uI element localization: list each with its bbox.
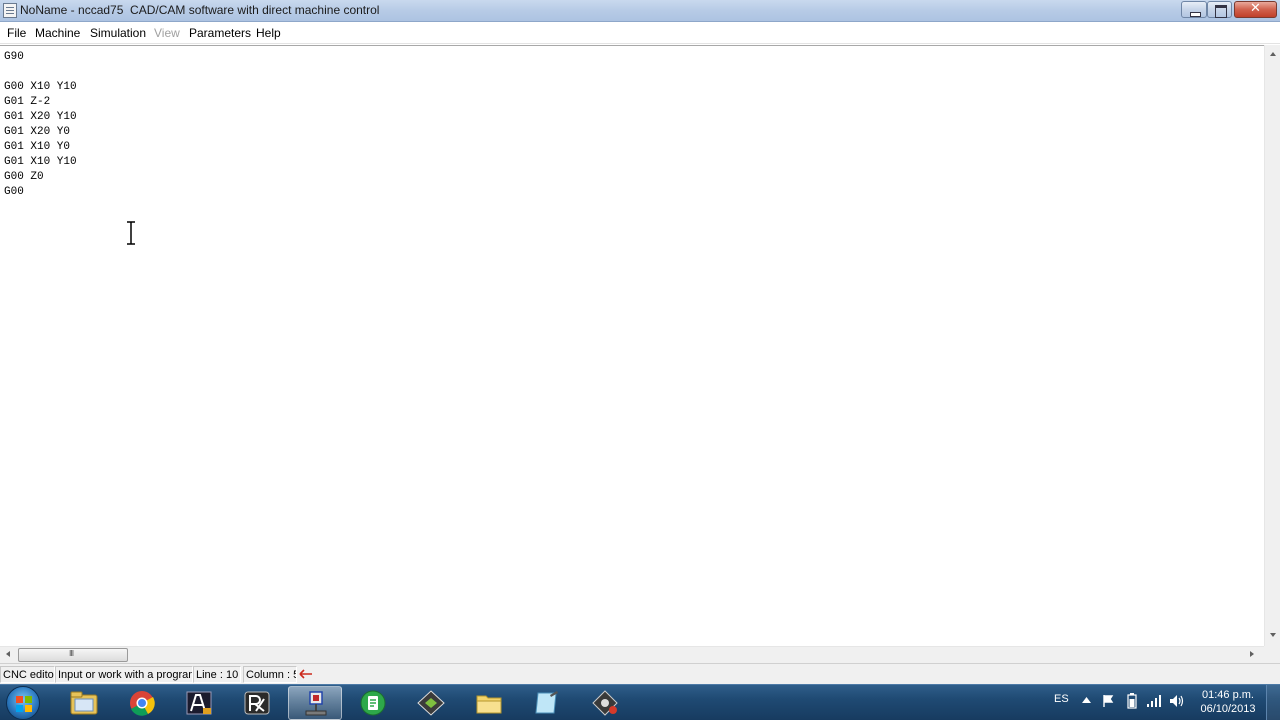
maximize-button[interactable]	[1207, 1, 1232, 18]
taskbar-app-settings[interactable]	[578, 686, 632, 720]
code-line[interactable]: G01 X20 Y0	[4, 125, 77, 140]
taskbar-app-folder[interactable]	[462, 686, 516, 720]
green-app-icon	[360, 690, 386, 716]
menu-machine[interactable]: Machine	[35, 26, 80, 40]
horizontal-scrollbar[interactable]: III	[0, 646, 1264, 663]
language-indicator[interactable]: ES	[1054, 693, 1069, 705]
taskbar-app-nccad[interactable]	[288, 686, 342, 720]
close-icon: ✕	[1250, 1, 1261, 16]
app-icon[interactable]	[3, 3, 17, 18]
close-button[interactable]: ✕	[1234, 1, 1277, 18]
scroll-right-icon[interactable]	[1250, 651, 1254, 657]
scroll-up-icon[interactable]	[1270, 52, 1276, 56]
window-title: NoName - nccad75 CAD/CAM software with d…	[20, 3, 380, 17]
menu-help[interactable]: Help	[256, 26, 281, 40]
app-window: NoName - nccad75 CAD/CAM software with d…	[0, 0, 1280, 684]
status-column: Column : 5	[243, 666, 297, 683]
code-line[interactable]: G01 X10 Y0	[4, 140, 77, 155]
taskbar-app-rx[interactable]	[230, 686, 284, 720]
settings-app-icon	[592, 690, 618, 716]
code-line[interactable]: G90	[4, 50, 77, 65]
scrollbar-corner	[1264, 646, 1280, 663]
left-arrow-icon	[299, 669, 312, 679]
notes-icon	[535, 691, 558, 714]
menu-simulation[interactable]: Simulation	[90, 26, 146, 40]
taskbar-app-green[interactable]	[346, 686, 400, 720]
network-signal-icon[interactable]	[1146, 694, 1162, 708]
menu-file[interactable]: File	[7, 26, 26, 40]
file-explorer-icon	[70, 691, 98, 715]
scroll-down-icon[interactable]	[1270, 633, 1276, 637]
start-button[interactable]	[6, 686, 40, 720]
title-bar[interactable]: NoName - nccad75 CAD/CAM software with d…	[0, 0, 1280, 22]
chrome-icon	[130, 691, 155, 716]
scroll-left-icon[interactable]	[6, 651, 10, 657]
code-line[interactable]: G00	[4, 185, 77, 200]
taskbar-app-explorer[interactable]	[57, 686, 111, 720]
taskbar-app-notes[interactable]	[520, 686, 574, 720]
nccad-icon	[305, 691, 327, 716]
status-hint: Input or work with a program	[55, 666, 193, 683]
clock-time: 01:46 p.m.	[1202, 689, 1254, 701]
vertical-scrollbar[interactable]	[1264, 45, 1280, 646]
taskbar-app-cnc[interactable]	[404, 686, 458, 720]
text-cursor-icon	[127, 221, 135, 245]
windows-logo-icon	[16, 696, 32, 712]
code-line[interactable]	[4, 65, 77, 80]
menu-bar: File Machine Simulation View Parameters …	[0, 22, 1280, 44]
battery-icon[interactable]	[1127, 693, 1137, 709]
show-hidden-icons-icon[interactable]	[1082, 697, 1091, 703]
status-line: Line : 10	[193, 666, 241, 683]
code-line[interactable]: G01 Z-2	[4, 95, 77, 110]
code-line[interactable]: G01 X20 Y10	[4, 110, 77, 125]
code-line[interactable]: G00 X10 Y10	[4, 80, 77, 95]
cnc-code-editor[interactable]: G90 G00 X10 Y10 G01 Z-2 G01 X20 Y10 G01 …	[0, 45, 1264, 646]
code-line[interactable]: G00 Z0	[4, 170, 77, 185]
grip-icon: III	[69, 649, 74, 658]
cnc-tool-icon	[417, 690, 445, 716]
code-lines: G90 G00 X10 Y10 G01 Z-2 G01 X20 Y10 G01 …	[4, 50, 77, 200]
system-clock[interactable]: 01:46 p.m. 06/10/2013	[1196, 688, 1260, 716]
show-desktop-button[interactable]	[1266, 685, 1280, 720]
taskbar-app-chrome[interactable]	[115, 686, 169, 720]
folder-icon	[476, 695, 502, 714]
volume-icon[interactable]	[1169, 694, 1185, 708]
menu-parameters[interactable]: Parameters	[189, 26, 251, 40]
clock-date: 06/10/2013	[1200, 703, 1256, 715]
taskbar-app-premiere[interactable]	[172, 686, 226, 720]
horizontal-scroll-thumb[interactable]: III	[18, 648, 128, 662]
adobe-premiere-icon	[186, 691, 212, 715]
status-bar: CNC editor Input or work with a program …	[0, 663, 1280, 684]
menu-view[interactable]: View	[154, 26, 180, 40]
rx-app-icon	[244, 691, 270, 715]
minimize-button[interactable]	[1181, 1, 1207, 18]
code-line[interactable]: G01 X10 Y10	[4, 155, 77, 170]
action-center-flag-icon[interactable]	[1102, 694, 1116, 708]
status-mode: CNC editor	[0, 666, 55, 683]
